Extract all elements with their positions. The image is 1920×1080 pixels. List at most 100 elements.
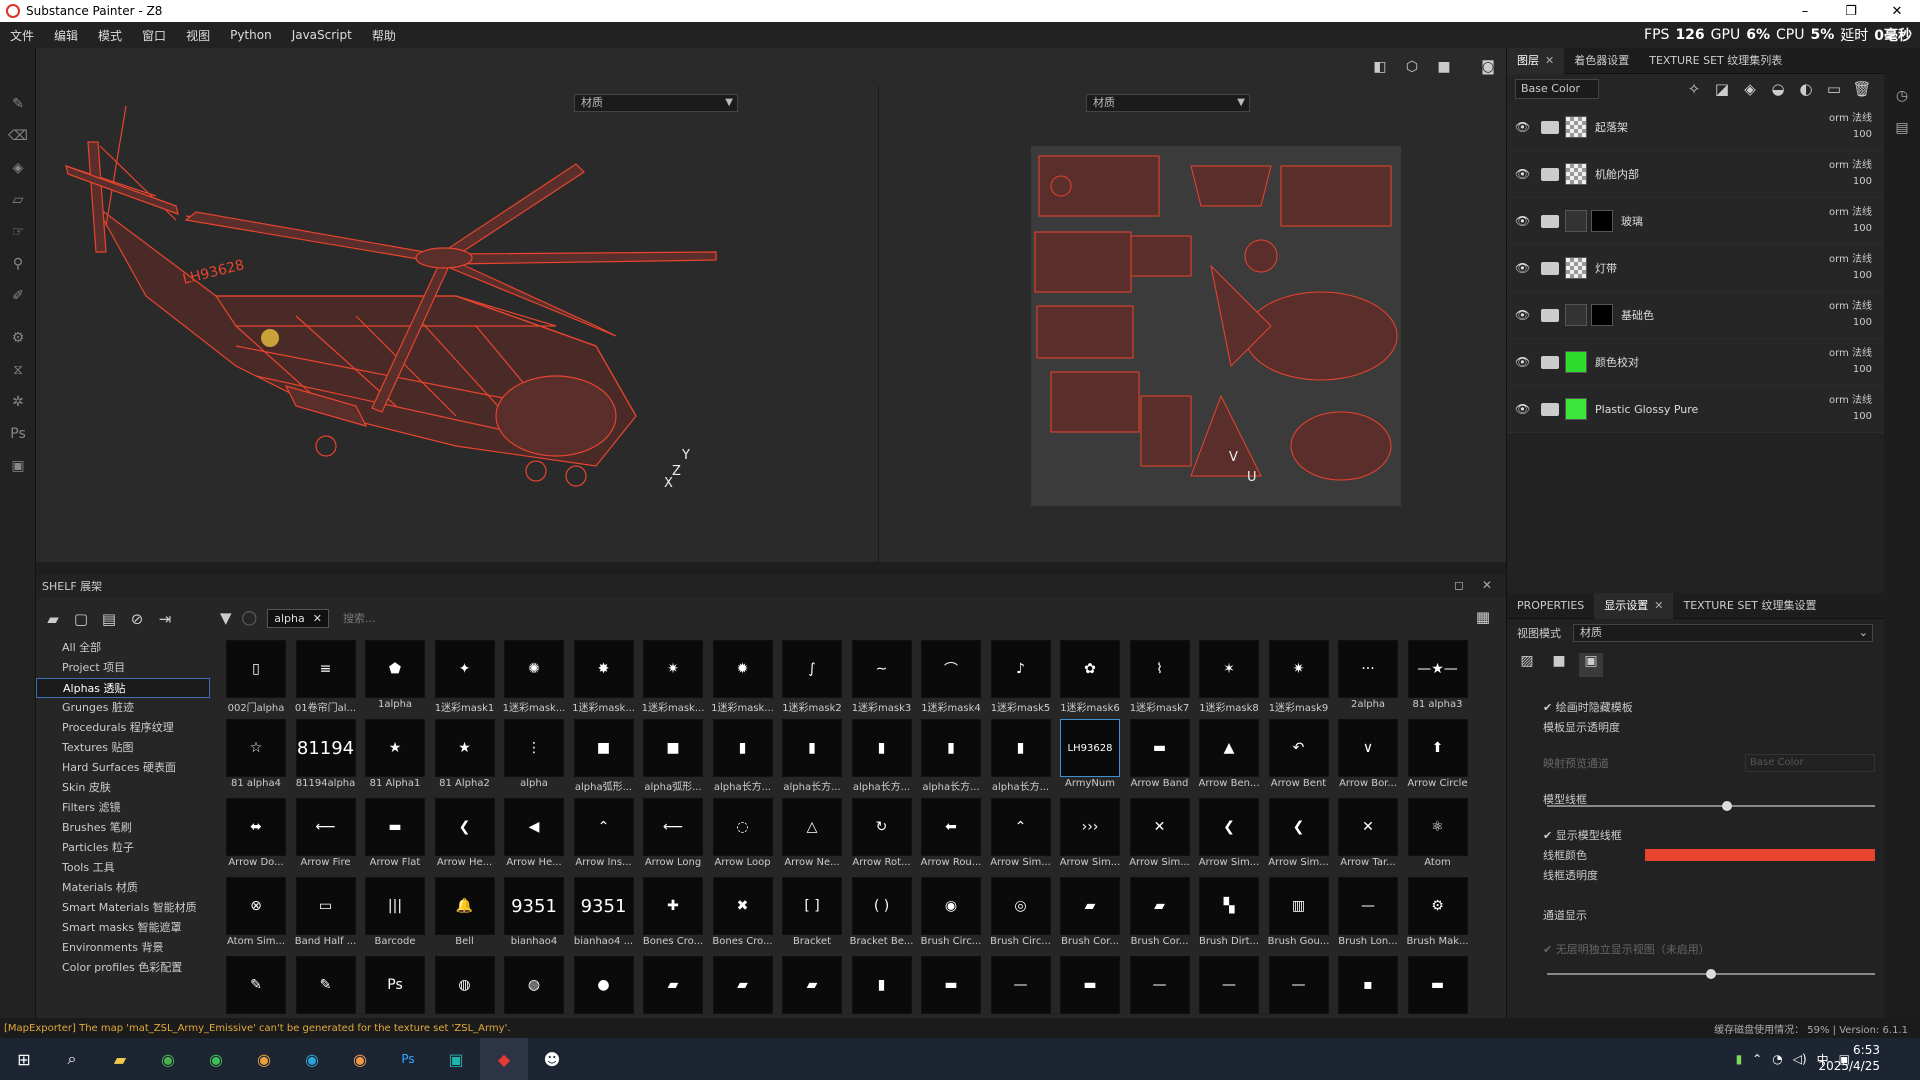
tab-display-settings[interactable]: 显示设置 ✕ [1594,592,1674,619]
layer-row[interactable]: 👁 颜色校对 orm 法线 100 [1507,339,1884,386]
settings-gear-icon[interactable]: ⚙ [0,322,36,354]
polygon-fill-icon[interactable]: ▱ [0,184,36,216]
close-icon[interactable]: ✕ [1545,54,1554,67]
shelf-category-item[interactable]: Smart Materials 智能材质 [36,898,210,918]
layer-blend-mode[interactable]: orm 法线 [1829,250,1872,265]
eye-icon[interactable]: 👁 [1515,261,1535,275]
log-icon[interactable]: ▤ [1884,120,1920,152]
shelf-category-item[interactable]: Skin 皮肤 [36,778,210,798]
layer-row[interactable]: 👁 Plastic Glossy Pure orm 法线 100 [1507,386,1884,433]
add-effect-icon[interactable]: ◈ [1736,80,1764,98]
smudge-icon[interactable]: ☞ [0,216,36,248]
shelf-category-item[interactable]: Filters 滤镜 [36,798,210,818]
layer-row[interactable]: 👁 机舱内部 orm 法线 100 [1507,151,1884,198]
shelf-category-item[interactable]: Color profiles 色彩配置 [36,958,210,978]
shelf-asset-tile[interactable]: ⟵ Arrow Fire [292,798,360,876]
shelf-asset-tile[interactable]: ◉ Brush Circ... [917,877,985,955]
shelf-asset-tile[interactable]: — Brush Lon... [1334,877,1402,955]
shelf-asset-tile[interactable]: ››› Arrow Sim... [1056,798,1124,876]
save-icon[interactable]: ▤ [98,610,120,628]
fill-layer-icon[interactable]: ◒ [1764,80,1792,98]
close-icon[interactable]: ✕ [313,612,322,625]
minimize-button[interactable]: – [1782,0,1828,22]
layer-blend-mode[interactable]: orm 法线 [1829,109,1872,124]
start-icon[interactable]: ⊞ [0,1038,48,1080]
shelf-asset-tile[interactable]: ◎ Brush Circ... [987,877,1055,955]
hide-template-row[interactable]: ✔ 绘画时隐藏模板 [1507,697,1885,717]
add-folder-icon[interactable]: ▭ [1820,80,1848,98]
shelf-asset-tile[interactable]: ■ alpha弧形... [639,719,707,797]
menu-file[interactable]: 文件 [0,27,44,44]
filter-chip[interactable]: alpha ✕ [267,608,329,628]
file-explorer-icon[interactable]: ▰ [96,1038,144,1080]
shelf-asset-tile[interactable]: ✹ 1迷彩mask... [709,640,777,718]
layer-row[interactable]: 👁 起落架 orm 法线 100 [1507,104,1884,151]
eye-icon[interactable]: 👁 [1515,308,1535,322]
paint-layer-icon[interactable]: ◐ [1792,80,1820,98]
shelf-category-item[interactable]: Particles 粒子 [36,838,210,858]
shelf-asset-tile[interactable]: ▰ Brush Cor... [1056,877,1124,955]
eraser-icon[interactable]: ⌫ [0,120,36,152]
material-select-3d[interactable]: 材质 ▼ [574,94,738,112]
wire-color-swatch[interactable] [1645,849,1875,861]
shelf-asset-tile[interactable]: ▥ Brush Gou... [1265,877,1333,955]
export-icon[interactable]: ▣ [0,450,36,482]
chrome-2-icon[interactable]: ◉ [336,1038,384,1080]
shelf-asset-tile[interactable]: 81194 81194alpha [292,719,360,797]
paint-brush-icon[interactable]: ✎ [0,88,36,120]
shelf-asset-tile[interactable]: ⌃ Arrow Sim... [987,798,1055,876]
close-icon[interactable]: ✕ [1482,578,1492,592]
layer-opacity[interactable]: 100 [1853,176,1872,187]
shelf-category-item[interactable]: Materials 材质 [36,878,210,898]
app-green-icon[interactable]: ◉ [192,1038,240,1080]
channel-select[interactable]: Base Color [1515,79,1599,99]
shelf-asset-tile[interactable]: ↻ Arrow Rot... [848,798,916,876]
eye-icon[interactable]: 👁 [1515,214,1535,228]
shelf-asset-tile[interactable]: ▮ alpha长方... [917,719,985,797]
new-file-icon[interactable]: ▢ [70,610,92,628]
trash-icon[interactable]: 🗑 [1848,80,1876,98]
show-wireframe-row[interactable]: ✔ 显示模型线框 [1507,825,1885,845]
filters-icon[interactable]: ✲ [0,386,36,418]
shelf-asset-tile[interactable]: ▰ Brush Cor... [1126,877,1194,955]
slider-knob[interactable] [1722,801,1733,811]
color-picker-icon[interactable]: ✐ [0,280,36,312]
shelf-asset-tile[interactable]: ✚ Bones Cro... [639,877,707,955]
shelf-asset-tile[interactable]: ∫ 1迷彩mask2 [778,640,846,718]
layer-blend-mode[interactable]: orm 法线 [1829,391,1872,406]
eye-icon[interactable]: 👁 [1515,120,1535,134]
search-icon[interactable]: ⌕ [48,1038,96,1080]
shelf-asset-tile[interactable]: ▮ alpha长方... [987,719,1055,797]
shelf-asset-tile[interactable]: ⋮ alpha [500,719,568,797]
chrome-alt-icon[interactable]: ◉ [240,1038,288,1080]
shelf-category-item[interactable]: Hard Surfaces 硬表面 [36,758,210,778]
wire-opacity-slider[interactable] [1547,969,1875,979]
shelf-asset-tile[interactable]: △ Arrow Ne... [778,798,846,876]
shelf-asset-tile[interactable]: ❮ Arrow He... [431,798,499,876]
shelf-asset-tile[interactable]: ✦ 1迷彩mask1 [431,640,499,718]
menu-javascript[interactable]: JavaScript [282,28,362,42]
shelf-category-item[interactable]: Smart masks 智能遮罩 [36,918,210,938]
shelf-asset-tile[interactable]: ❮ Arrow Sim... [1195,798,1263,876]
shelf-asset-tile[interactable]: ⌒ 1迷彩mask4 [917,640,985,718]
shelf-category-item[interactable]: Alphas 透贴 [36,678,210,698]
material-select-2d[interactable]: 材质 ▼ [1086,94,1250,112]
shelf-asset-tile[interactable]: ✕ Arrow Tar... [1334,798,1402,876]
layer-opacity[interactable]: 100 [1853,364,1872,375]
layer-opacity[interactable]: 100 [1853,270,1872,281]
slider-knob[interactable] [1706,969,1716,979]
projection-icon[interactable]: ◈ [0,152,36,184]
shelf-asset-tile[interactable]: ★ 81 Alpha2 [431,719,499,797]
shelf-asset-tile[interactable]: ▬ Arrow Band [1126,719,1194,797]
hide-icon[interactable]: ⊘ [126,610,148,628]
shelf-asset-tile[interactable]: ✸ 1迷彩mask... [570,640,638,718]
filter-icon[interactable]: ▼ [220,609,232,627]
video-icon[interactable]: ■ [1547,653,1571,677]
shelf-asset-tile[interactable]: LH93628 ArmyNum [1056,719,1124,797]
layer-row[interactable]: 👁 灯带 orm 法线 100 [1507,245,1884,292]
shelf-asset-tile[interactable]: ▲ Arrow Ben... [1195,719,1263,797]
shelf-asset-tile[interactable]: ⬆ Arrow Circle [1404,719,1472,797]
channel-option-row[interactable]: ✔ 无层明独立显示视图（未启用） [1507,939,1885,959]
tab-texture-set-list[interactable]: TEXTURE SET 纹理集列表 [1639,48,1792,74]
photoshop-taskbar-icon[interactable]: Ps [384,1038,432,1080]
